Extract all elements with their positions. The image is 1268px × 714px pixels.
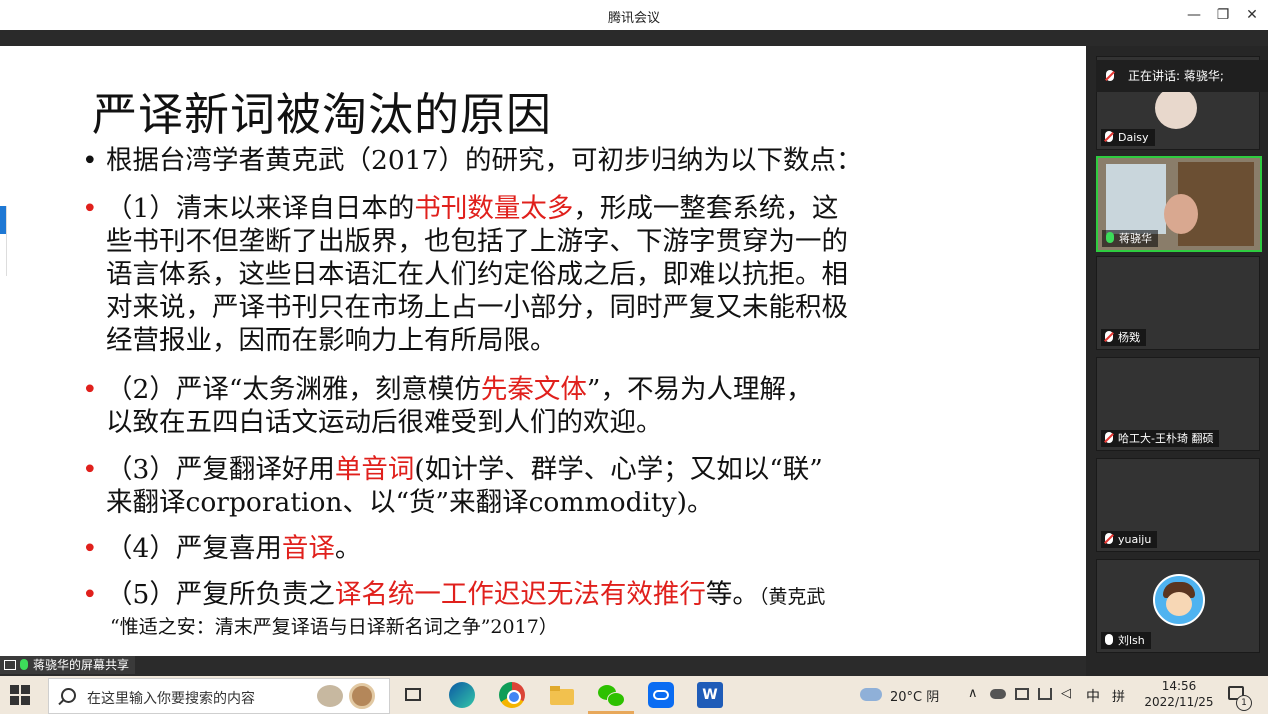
clock-time: 14:56 — [1161, 679, 1197, 693]
mic-icon — [20, 659, 28, 670]
search-placeholder: 在这里输入你要搜索的内容 — [87, 691, 255, 707]
ime-language[interactable]: 中 — [1086, 686, 1100, 706]
search-highlight-icon — [349, 683, 375, 709]
taskbar-search-input[interactable]: 在这里输入你要搜索的内容 — [48, 678, 390, 714]
mic-icon — [1106, 70, 1114, 81]
device-icon[interactable] — [1015, 688, 1029, 700]
bullet: • — [82, 145, 98, 176]
video-person — [1164, 194, 1198, 234]
wechat-icon[interactable] — [598, 682, 625, 708]
search-icon — [61, 688, 76, 703]
screen-share-label[interactable]: 蒋骁华的屏幕共享 — [0, 656, 136, 674]
slide-point-1: • （1）清末以来译自日本的书刊数量太多，形成一整套系统，这 些书刊不但垄断了出版… — [82, 193, 848, 356]
mic-muted-icon — [1105, 131, 1113, 142]
mic-muted-icon — [1105, 331, 1113, 342]
highlight-text: 书刊数量太多 — [414, 193, 574, 224]
screen-icon — [4, 660, 16, 670]
notification-count: 1 — [1236, 695, 1252, 711]
slide-point-4: • （4）严复喜用音译。 — [82, 533, 362, 564]
mic-icon — [1105, 634, 1113, 645]
tencent-meeting-icon[interactable] — [648, 682, 674, 708]
edge-browser-icon[interactable] — [449, 682, 475, 708]
title-bar: 腾讯会议 — ❐ ✕ — [0, 0, 1268, 30]
weather-text[interactable]: 20°C 阴 — [890, 686, 939, 705]
volume-icon[interactable]: ◁ — [1061, 686, 1071, 701]
network-icon[interactable] — [1038, 688, 1052, 700]
participant-tile[interactable]: 哈工大-王朴琦 翻硕 — [1096, 357, 1260, 451]
clock-date: 2022/11/25 — [1144, 695, 1214, 709]
avatar — [1155, 87, 1197, 129]
mic-muted-icon — [1105, 432, 1113, 443]
onedrive-icon[interactable] — [990, 689, 1006, 699]
slide-point-5: • （5）严复所负责之译名统一工作迟迟无法有效推行等。（黄克武 — [82, 579, 826, 610]
highlight-text: 单音词 — [334, 454, 415, 485]
participant-tile[interactable]: 刘lsh — [1096, 559, 1260, 653]
highlight-text: 译名统一工作迟迟无法有效推行 — [334, 579, 706, 610]
citation: （黄克武 — [758, 586, 826, 608]
taskbar: 在这里输入你要搜索的内容 W 20°C 阴 ∧ ◁ 中 拼 14:56 2022… — [0, 676, 1268, 714]
minimize-button[interactable]: — — [1181, 4, 1207, 26]
shared-slide: 严译新词被淘汰的原因 • 根据台湾学者黄克武（2017）的研究，可初步归纳为以下数… — [0, 46, 1086, 656]
chrome-browser-icon[interactable] — [499, 682, 525, 708]
search-highlight-icon — [317, 685, 343, 707]
highlight-text: 先秦文体 — [480, 374, 587, 405]
mic-muted-icon — [1105, 533, 1113, 544]
file-explorer-icon[interactable] — [549, 682, 575, 708]
slide-intro: • 根据台湾学者黄克武（2017）的研究，可初步归纳为以下数点： — [82, 145, 863, 176]
slide-title: 严译新词被淘汰的原因 — [92, 88, 553, 141]
highlight-text: 音译 — [281, 533, 335, 564]
participant-sidebar: Daisy 蒋骁华 杨戣 哈工大-王朴琦 翻硕 yuaiju 刘lsh — [1086, 46, 1268, 676]
task-view-icon[interactable] — [401, 682, 427, 708]
share-bar — [0, 656, 1086, 676]
participant-tile[interactable]: 杨戣 — [1096, 256, 1260, 350]
cloud-icon — [860, 688, 882, 701]
slide-side-tab — [0, 206, 7, 276]
windows-start-icon[interactable] — [10, 685, 30, 705]
cartoon-avatar — [1153, 574, 1205, 626]
restore-button[interactable]: ❐ — [1210, 4, 1236, 26]
system-clock[interactable]: 14:56 2022/11/25 — [1140, 678, 1218, 710]
slide-point-3: • （3）严复翻译好用单音词(如计学、群学、心学；又如以“联” 来翻译corpor… — [82, 454, 823, 518]
toolbar-strip — [0, 30, 1268, 46]
chevron-up-icon[interactable]: ∧ — [968, 686, 978, 701]
participant-tile-active[interactable]: 蒋骁华 — [1096, 156, 1262, 252]
slide-point-2: • （2）严译“太务渊雅，刻意模仿先秦文体”，不易为人理解， 以致在五四白话文运动… — [82, 374, 813, 438]
mic-icon — [1106, 232, 1114, 243]
ime-mode[interactable]: 拼 — [1112, 686, 1125, 705]
word-icon[interactable]: W — [697, 682, 723, 708]
close-button[interactable]: ✕ — [1239, 4, 1265, 26]
speaking-indicator: 正在讲话: 蒋骁华; — [1096, 60, 1268, 92]
video-background — [1106, 164, 1166, 234]
window-title: 腾讯会议 — [607, 11, 660, 26]
participant-tile[interactable]: yuaiju — [1096, 458, 1260, 552]
citation-line-2: “惟适之安：清末严复译语与日译新名词之争”2017） — [110, 616, 558, 638]
